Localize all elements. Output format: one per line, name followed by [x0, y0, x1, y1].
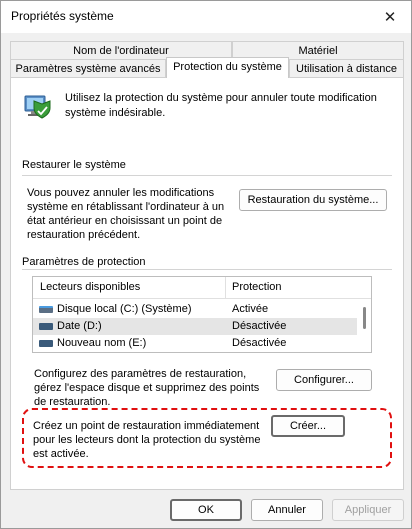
- tab-system-protection[interactable]: Protection du système: [166, 57, 289, 78]
- column-divider: [225, 277, 226, 299]
- drive-protection-status: Désactivée: [232, 337, 287, 349]
- configure-button[interactable]: Configurer...: [276, 369, 372, 391]
- protection-divider: [22, 269, 392, 270]
- drive-icon: [39, 340, 53, 347]
- drive-protection-status: Activée: [232, 303, 269, 315]
- system-protection-icon: [24, 95, 51, 119]
- drives-scrollbar[interactable]: [357, 299, 371, 352]
- title-bar: Propriétés système ✕: [1, 1, 411, 33]
- protection-heading: Paramètres de protection: [22, 256, 146, 268]
- drives-table: Lecteurs disponibles Protection Disque l…: [32, 276, 372, 353]
- drive-name: Nouveau nom (E:): [57, 337, 147, 349]
- tab-advanced[interactable]: Paramètres système avancés: [10, 59, 166, 78]
- drive-name: Date (D:): [57, 320, 102, 332]
- drive-icon: [39, 323, 53, 330]
- create-description: Créez un point de restauration immédiate…: [33, 420, 261, 460]
- configure-description: Configurez des paramètres de restauratio…: [34, 368, 260, 408]
- restore-description: Vous pouvez annuler les modifications sy…: [27, 187, 225, 241]
- drive-name: Disque local (C:) (Système): [57, 303, 192, 315]
- drives-table-header: Lecteurs disponibles Protection: [33, 277, 371, 299]
- system-properties-window: Propriétés système ✕ Nom de l'ordinateur…: [0, 0, 412, 529]
- scrollbar-thumb[interactable]: [363, 307, 366, 329]
- system-restore-button[interactable]: Restauration du système...: [239, 189, 387, 211]
- apply-button[interactable]: Appliquer: [332, 499, 404, 521]
- close-button[interactable]: ✕: [375, 5, 405, 29]
- intro-text: Utilisez la protection du système pour a…: [65, 92, 377, 119]
- tab-remote[interactable]: Utilisation à distance: [289, 59, 404, 78]
- drive-row-d[interactable]: Date (D:) Désactivée: [33, 318, 357, 335]
- drive-row-e[interactable]: Nouveau nom (E:) Désactivée: [33, 335, 357, 352]
- create-button[interactable]: Créer...: [271, 415, 345, 437]
- cancel-button[interactable]: Annuler: [251, 499, 323, 521]
- system-drive-icon: [39, 306, 53, 313]
- restore-heading: Restaurer le système: [22, 159, 126, 171]
- column-header-drives[interactable]: Lecteurs disponibles: [40, 281, 140, 293]
- drive-protection-status: Désactivée: [232, 320, 287, 332]
- column-header-protection[interactable]: Protection: [232, 281, 282, 293]
- close-icon: ✕: [383, 9, 397, 26]
- restore-divider: [22, 175, 392, 176]
- window-title: Propriétés système: [11, 9, 114, 23]
- ok-button[interactable]: OK: [170, 499, 242, 521]
- drive-row-c[interactable]: Disque local (C:) (Système) Activée: [33, 301, 357, 318]
